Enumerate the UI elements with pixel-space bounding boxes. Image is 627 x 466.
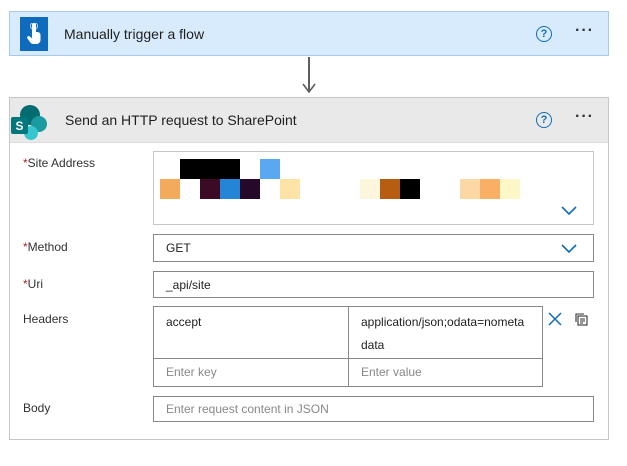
- uri-input[interactable]: _api/site: [153, 271, 594, 298]
- header-key-input[interactable]: accept: [166, 315, 201, 329]
- site-address-label: *Site Address: [23, 156, 96, 170]
- header-value-continued: data: [361, 338, 385, 352]
- trigger-title: Manually trigger a flow: [64, 25, 205, 42]
- arrow-down-icon: [302, 83, 316, 94]
- headers-label: Headers: [23, 312, 69, 326]
- action-card: S Send an HTTP request to SharePoint ? ·…: [9, 97, 609, 440]
- more-options-icon[interactable]: ···: [575, 108, 594, 126]
- headers-table: accept application/json;odata=nometa dat…: [153, 306, 543, 387]
- uri-value: _api/site: [166, 277, 211, 292]
- method-select[interactable]: GET: [153, 234, 594, 262]
- help-icon[interactable]: ?: [536, 112, 552, 128]
- site-address-field[interactable]: [153, 151, 594, 225]
- method-label: *Method: [23, 240, 68, 254]
- switch-to-text-mode-icon[interactable]: [574, 312, 589, 327]
- column-divider: [348, 307, 349, 386]
- sharepoint-icon: S: [11, 105, 47, 140]
- trigger-card[interactable]: Manually trigger a flow ? ···: [9, 11, 609, 56]
- row-divider: [154, 358, 542, 359]
- body-input[interactable]: Enter request content in JSON: [153, 396, 594, 422]
- method-value: GET: [166, 241, 191, 255]
- body-label: Body: [23, 401, 51, 415]
- action-header[interactable]: S Send an HTTP request to SharePoint ? ·…: [10, 98, 608, 143]
- chevron-down-icon[interactable]: [561, 206, 577, 216]
- action-title: Send an HTTP request to SharePoint: [65, 112, 297, 128]
- header-value-input[interactable]: application/json;odata=nometa: [361, 315, 524, 329]
- new-header-key-input[interactable]: Enter key: [166, 365, 217, 379]
- close-icon[interactable]: [548, 312, 562, 326]
- uri-label: *Uri: [23, 277, 43, 291]
- touch-hand-icon: [20, 16, 48, 51]
- help-icon[interactable]: ?: [536, 26, 552, 42]
- more-options-icon[interactable]: ···: [575, 22, 594, 40]
- body-placeholder: Enter request content in JSON: [166, 402, 329, 416]
- chevron-down-icon[interactable]: [561, 244, 577, 254]
- svg-text:S: S: [15, 119, 23, 133]
- new-header-value-input[interactable]: Enter value: [361, 365, 422, 379]
